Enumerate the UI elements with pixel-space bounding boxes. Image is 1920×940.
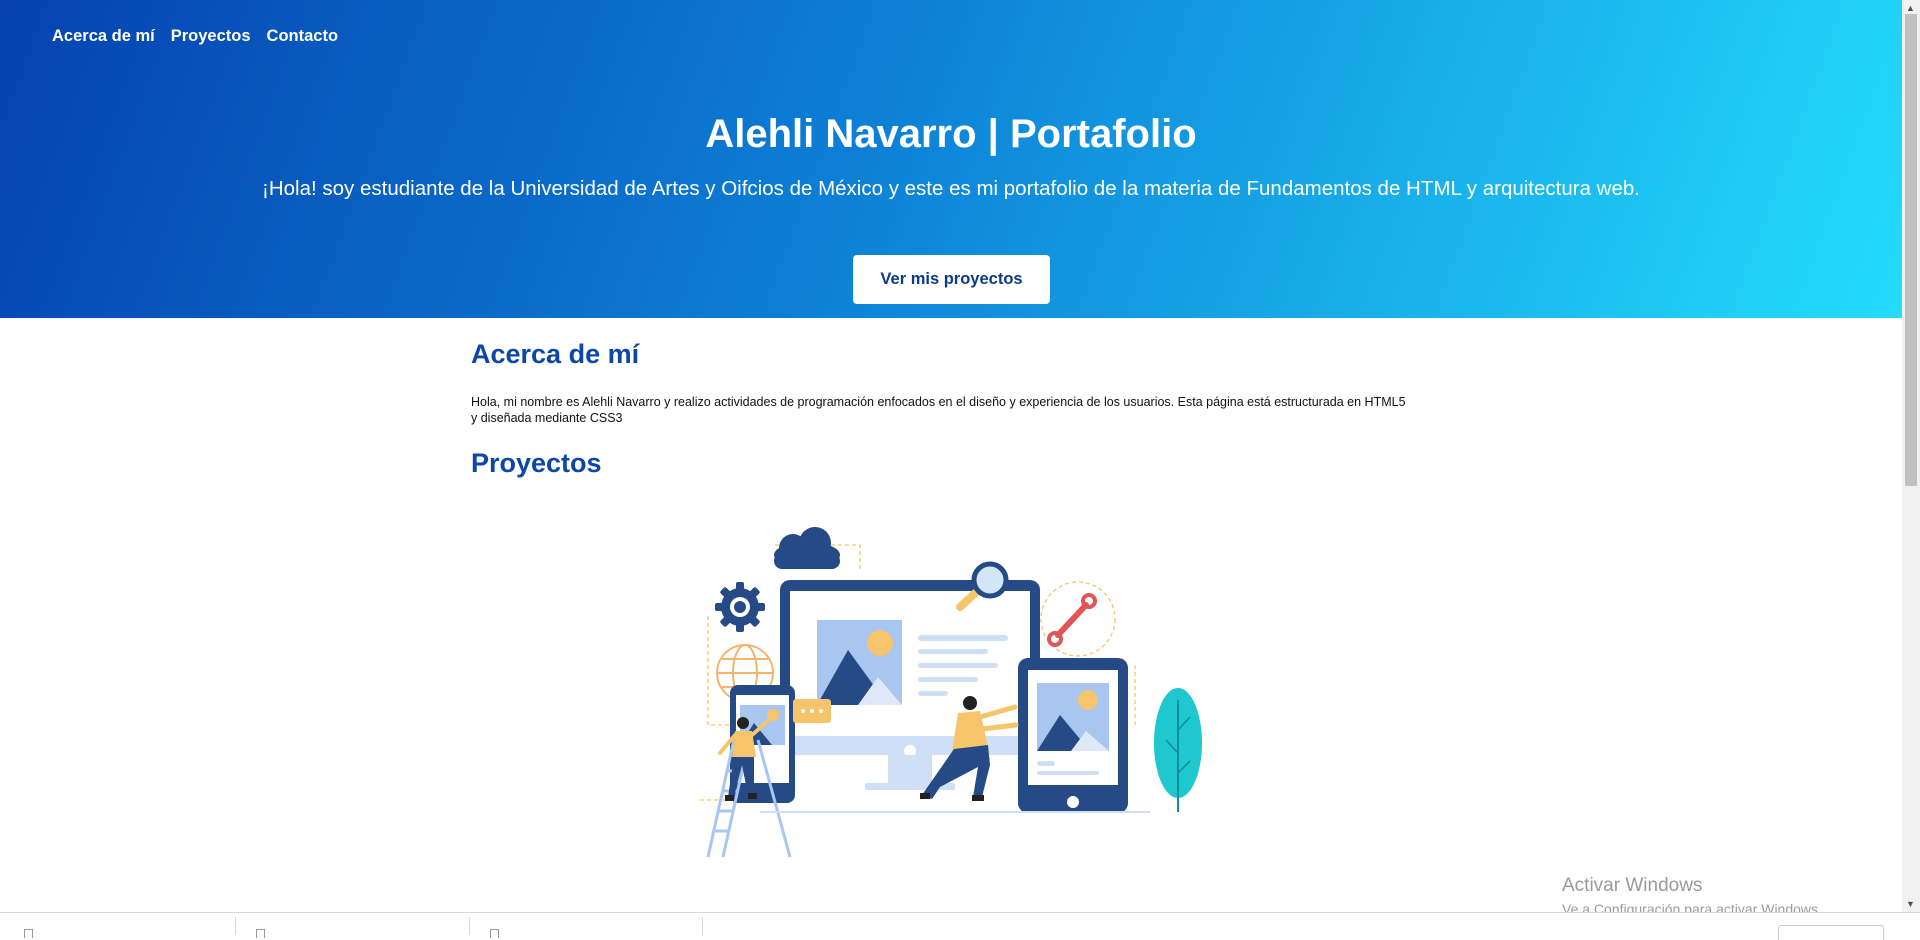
about-text: Hola, mi nombre es Alehli Navarro y real… bbox=[471, 395, 1406, 425]
chat-bubble-icon bbox=[793, 699, 831, 723]
web-development-illustration bbox=[700, 527, 1202, 858]
scrollbar-thumb[interactable] bbox=[1905, 14, 1917, 486]
scroll-up-arrow-icon[interactable]: ▲ bbox=[1906, 3, 1915, 13]
nav-link-projects[interactable]: Proyectos bbox=[171, 27, 251, 46]
watermark-title: Activar Windows bbox=[1562, 875, 1703, 896]
nav-link-about[interactable]: Acerca de mí bbox=[52, 27, 155, 46]
tab-divider bbox=[469, 917, 470, 935]
tree-icon bbox=[1154, 688, 1202, 812]
tab-divider bbox=[235, 917, 236, 935]
monitor-illustration bbox=[780, 580, 1040, 790]
about-heading: Acerca de mí bbox=[471, 339, 640, 369]
view-projects-button[interactable]: Ver mis proyectos bbox=[853, 255, 1050, 304]
tab-divider bbox=[702, 917, 703, 935]
hero-intro: ¡Hola! soy estudiante de la Universidad … bbox=[262, 177, 1640, 200]
projects-heading: Proyectos bbox=[471, 448, 602, 478]
hero-title: Alehli Navarro | Portafolio bbox=[705, 112, 1197, 156]
main-nav: Acerca de mí Proyectos Contacto bbox=[52, 27, 338, 46]
gear-icon bbox=[715, 582, 765, 632]
download-bar bbox=[0, 912, 1920, 940]
wrench-icon bbox=[1047, 593, 1097, 647]
cloud-icon bbox=[774, 527, 840, 569]
scroll-down-arrow-icon[interactable]: ▼ bbox=[1906, 899, 1915, 909]
nav-link-contact[interactable]: Contacto bbox=[267, 27, 339, 46]
hero-banner: Acerca de mí Proyectos Contacto Alehli N… bbox=[0, 0, 1902, 318]
show-all-button[interactable] bbox=[1778, 925, 1884, 940]
tablet-illustration bbox=[1018, 658, 1128, 813]
